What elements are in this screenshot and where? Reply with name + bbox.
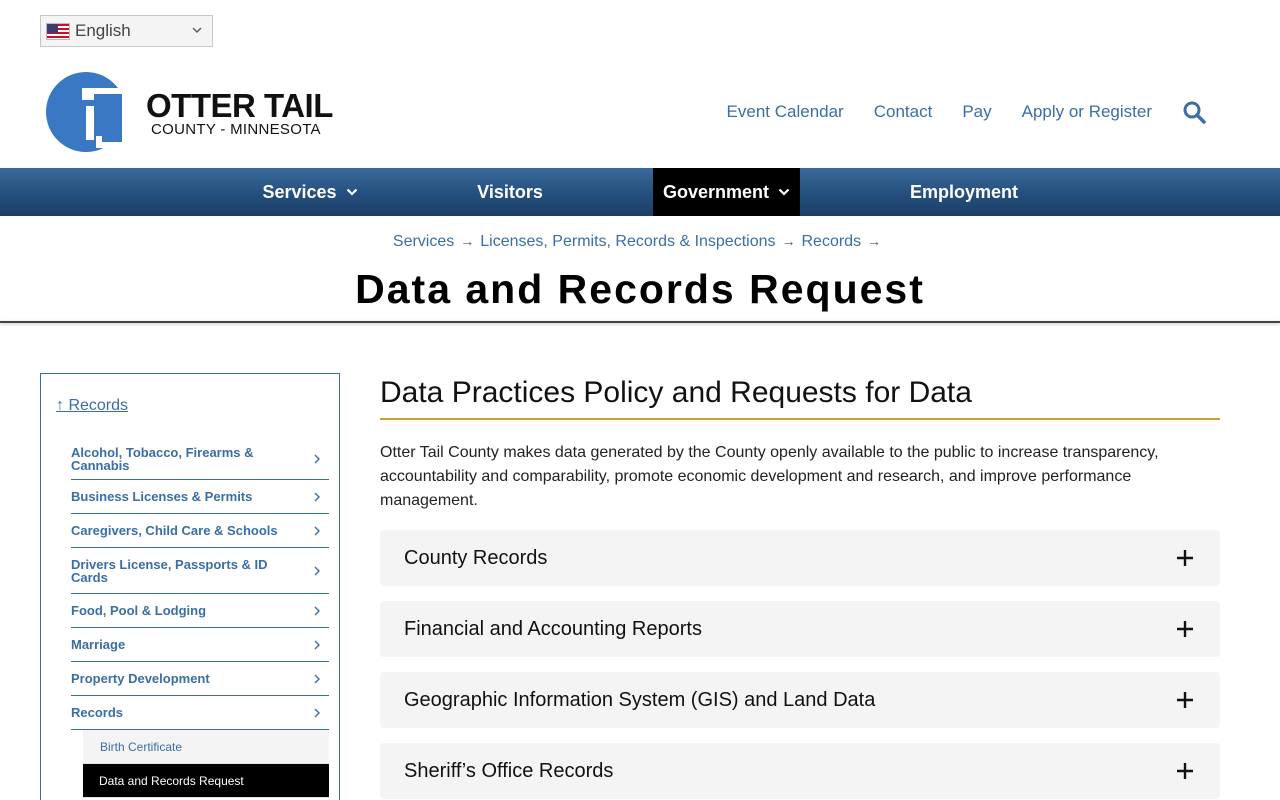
county-logo[interactable]: OTTER TAIL COUNTY - MINNESOTA — [46, 72, 336, 154]
sidebar-nav: ↑ Records Alcohol, Tobacco, Firearms & C… — [40, 373, 340, 800]
chevron-right-icon — [314, 454, 320, 463]
chevron-right-icon — [314, 674, 320, 683]
main-nav: Services Visitors Government Employment — [0, 168, 1280, 216]
accordion-label: Geographic Information System (GIS) and … — [404, 688, 876, 711]
sidebar-subitem-data-records-request[interactable]: Data and Records Request — [83, 764, 329, 798]
intro-paragraph: Otter Tail County makes data generated b… — [380, 444, 1159, 509]
chevron-right-icon — [314, 606, 320, 615]
title-divider — [0, 321, 1280, 323]
sidebar-item-records[interactable]: Records — [71, 696, 329, 730]
plus-icon — [1177, 621, 1193, 637]
main-nav-services[interactable]: Services — [250, 168, 370, 216]
accordion-gis-land-data[interactable]: Geographic Information System (GIS) and … — [380, 672, 1220, 728]
breadcrumb-link-records[interactable]: Records — [802, 233, 862, 250]
sidebar-item-label: Drivers License, Passports & ID Cards — [71, 556, 268, 585]
breadcrumb-link-services[interactable]: Services — [393, 233, 454, 250]
chevron-down-icon — [346, 188, 357, 196]
breadcrumb-separator: → — [781, 233, 796, 249]
search-icon[interactable] — [1182, 100, 1206, 124]
utility-nav: Event Calendar Contact Pay Apply or Regi… — [697, 100, 1206, 124]
otter-tail-logo-mark-icon — [46, 72, 128, 152]
chevron-right-icon — [314, 526, 320, 535]
sidebar-item-label: Alcohol, Tobacco, Firearms & Cannabis — [71, 444, 254, 473]
logo-name: OTTER TAIL — [146, 87, 333, 124]
accordion: County Records Financial and Accounting … — [380, 530, 1220, 799]
chevron-right-icon — [314, 708, 320, 717]
accordion-sheriff-records[interactable]: Sheriff’s Office Records — [380, 743, 1220, 799]
language-select[interactable]: English — [40, 15, 213, 47]
utility-link-pay[interactable]: Pay — [962, 102, 991, 122]
utility-link-apply-register[interactable]: Apply or Register — [1022, 102, 1152, 122]
utility-link-event-calendar[interactable]: Event Calendar — [727, 102, 844, 122]
breadcrumb-separator: → — [867, 233, 882, 249]
accordion-label: Sheriff’s Office Records — [404, 759, 614, 782]
plus-icon — [1177, 763, 1193, 779]
sidebar-list: Alcohol, Tobacco, Firearms & Cannabis Bu… — [71, 438, 329, 798]
chevron-down-icon — [192, 27, 202, 33]
sidebar-item-drivers-license[interactable]: Drivers License, Passports & ID Cards — [71, 548, 329, 594]
main-nav-employment-label: Employment — [909, 181, 1019, 202]
sidebar-item-label: Records — [71, 705, 124, 720]
accordion-financial-reports[interactable]: Financial and Accounting Reports — [380, 601, 1220, 657]
main-nav-employment[interactable]: Employment — [898, 168, 1030, 216]
accordion-label: Financial and Accounting Reports — [404, 617, 702, 640]
sidebar-item-property-development[interactable]: Property Development — [71, 662, 329, 696]
chevron-right-icon — [314, 566, 320, 575]
plus-icon — [1177, 692, 1193, 708]
chevron-right-icon — [314, 492, 320, 501]
sidebar-item-label: Food, Pool & Lodging — [71, 603, 207, 618]
main-content: Data Practices Policy and Requests for D… — [380, 373, 1220, 800]
sidebar-item-food-pool[interactable]: Food, Pool & Lodging — [71, 594, 329, 628]
language-select-value: English — [75, 21, 131, 40]
sidebar-item-business-licenses[interactable]: Business Licenses & Permits — [71, 480, 329, 514]
page-title: Data and Records Request — [355, 266, 925, 312]
main-nav-visitors-label: Visitors — [477, 181, 543, 202]
main-nav-visitors[interactable]: Visitors — [460, 168, 560, 216]
sidebar-parent-link[interactable]: ↑ Records — [56, 397, 128, 415]
accordion-county-records[interactable]: County Records — [380, 530, 1220, 586]
sidebar-subitem-birth-certificate[interactable]: Birth Certificate — [83, 730, 329, 764]
content-heading: Data Practices Policy and Requests for D… — [380, 373, 1220, 420]
sidebar-item-label: Caregivers, Child Care & Schools — [71, 523, 278, 538]
sidebar-item-label: Marriage — [71, 637, 126, 652]
breadcrumb-link-licenses[interactable]: Licenses, Permits, Records & Inspections — [480, 233, 775, 250]
main-nav-services-label: Services — [262, 181, 337, 202]
plus-icon — [1177, 550, 1193, 566]
breadcrumb: Services → Licenses, Permits, Records & In… — [0, 233, 1280, 251]
sidebar-item-label: Business Licenses & Permits — [71, 489, 253, 504]
logo-subtitle: COUNTY - MINNESOTA — [151, 121, 321, 138]
utility-link-contact[interactable]: Contact — [874, 102, 933, 122]
sidebar-item-caregivers[interactable]: Caregivers, Child Care & Schools — [71, 514, 329, 548]
main-nav-government[interactable]: Government — [653, 168, 800, 216]
main-nav-government-label: Government — [662, 181, 770, 202]
chevron-down-icon — [778, 188, 790, 196]
breadcrumb-separator: → — [460, 233, 475, 249]
sidebar-item-marriage[interactable]: Marriage — [71, 628, 329, 662]
sidebar-item-label: Property Development — [71, 671, 210, 686]
sidebar-item-alcohol[interactable]: Alcohol, Tobacco, Firearms & Cannabis — [71, 438, 329, 480]
chevron-right-icon — [314, 640, 320, 649]
accordion-label: County Records — [404, 546, 548, 569]
us-flag-icon — [46, 22, 70, 40]
